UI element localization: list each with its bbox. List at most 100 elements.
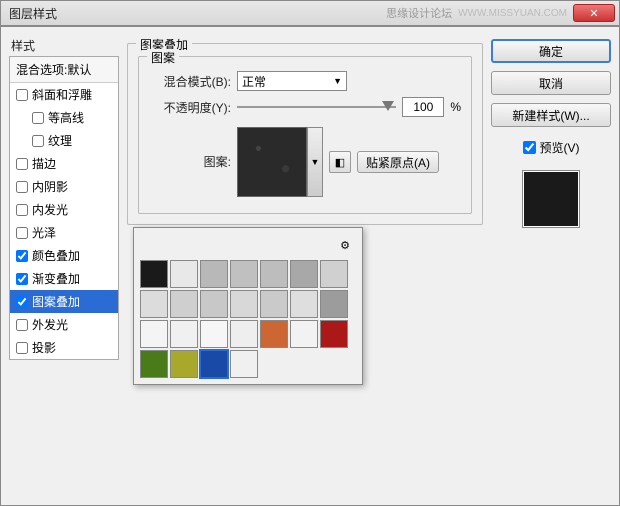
swatch[interactable] bbox=[290, 320, 318, 348]
swatch[interactable] bbox=[140, 290, 168, 318]
blend-mode-label: 混合模式(B): bbox=[149, 73, 231, 90]
style-item-label: 颜色叠加 bbox=[32, 247, 80, 264]
swatch[interactable] bbox=[230, 290, 258, 318]
gear-icon[interactable]: ⚙ bbox=[334, 234, 356, 256]
pattern-preview bbox=[237, 127, 307, 197]
pattern-picker[interactable]: ▼ bbox=[237, 127, 323, 197]
swatch[interactable] bbox=[170, 260, 198, 288]
swatch[interactable] bbox=[140, 320, 168, 348]
center-column: 图案叠加 图案 混合模式(B): 正常 ▼ 不透明度(Y): % bbox=[127, 37, 483, 495]
snap-origin-button[interactable]: 贴紧原点(A) bbox=[357, 151, 439, 173]
cancel-button[interactable]: 取消 bbox=[491, 71, 611, 95]
swatch[interactable] bbox=[140, 260, 168, 288]
style-item-label: 纹理 bbox=[48, 132, 72, 149]
swatch[interactable] bbox=[170, 290, 198, 318]
style-item-label: 图案叠加 bbox=[32, 293, 80, 310]
style-checkbox[interactable] bbox=[16, 227, 28, 239]
blend-mode-row: 混合模式(B): 正常 ▼ bbox=[149, 71, 461, 91]
style-item-label: 投影 bbox=[32, 339, 56, 356]
blend-options-header[interactable]: 混合选项:默认 bbox=[10, 57, 118, 83]
styles-column: 样式 混合选项:默认 斜面和浮雕等高线纹理描边内阴影内发光光泽颜色叠加渐变叠加图… bbox=[9, 37, 119, 495]
swatch[interactable] bbox=[320, 290, 348, 318]
swatch[interactable] bbox=[320, 260, 348, 288]
style-item-4[interactable]: 内阴影 bbox=[10, 175, 118, 198]
opacity-input[interactable] bbox=[402, 97, 444, 117]
pattern-swatch-popup: ⚙ bbox=[133, 227, 363, 385]
style-item-6[interactable]: 光泽 bbox=[10, 221, 118, 244]
blend-mode-value: 正常 bbox=[242, 73, 266, 90]
style-checkbox[interactable] bbox=[16, 158, 28, 170]
style-checkbox[interactable] bbox=[16, 204, 28, 216]
style-item-2[interactable]: 纹理 bbox=[10, 129, 118, 152]
swatch[interactable] bbox=[320, 320, 348, 348]
style-checkbox[interactable] bbox=[16, 89, 28, 101]
style-item-label: 内阴影 bbox=[32, 178, 68, 195]
group-pattern-overlay: 图案叠加 图案 混合模式(B): 正常 ▼ 不透明度(Y): % bbox=[127, 43, 483, 225]
swatch[interactable] bbox=[140, 350, 168, 378]
new-preset-icon[interactable]: ◧ bbox=[329, 151, 351, 173]
pattern-row: 图案: ▼ ◧ 贴紧原点(A) bbox=[149, 127, 461, 197]
right-column: 确定 取消 新建样式(W)... 预览(V) bbox=[491, 37, 611, 495]
style-item-9[interactable]: 图案叠加 bbox=[10, 290, 118, 313]
swatch[interactable] bbox=[170, 350, 198, 378]
titlebar: 图层样式 思缘设计论坛 WWW.MISSYUAN.COM ✕ bbox=[0, 0, 620, 26]
style-checkbox[interactable] bbox=[16, 181, 28, 193]
swatch[interactable] bbox=[230, 350, 258, 378]
opacity-unit: % bbox=[450, 100, 461, 114]
swatch[interactable] bbox=[200, 320, 228, 348]
preview-label: 预览(V) bbox=[540, 139, 580, 156]
style-item-11[interactable]: 投影 bbox=[10, 336, 118, 359]
slider-thumb-icon[interactable] bbox=[382, 101, 394, 111]
preview-thumbnail bbox=[522, 170, 580, 228]
swatch[interactable] bbox=[260, 260, 288, 288]
close-button[interactable]: ✕ bbox=[573, 4, 615, 22]
style-item-7[interactable]: 颜色叠加 bbox=[10, 244, 118, 267]
style-checkbox[interactable] bbox=[16, 319, 28, 331]
style-item-label: 等高线 bbox=[48, 109, 84, 126]
style-item-5[interactable]: 内发光 bbox=[10, 198, 118, 221]
preview-checkbox[interactable] bbox=[523, 141, 536, 154]
group-inner-title: 图案 bbox=[147, 49, 179, 66]
preview-checkbox-row[interactable]: 预览(V) bbox=[491, 139, 611, 156]
ok-button[interactable]: 确定 bbox=[491, 39, 611, 63]
style-item-label: 渐变叠加 bbox=[32, 270, 80, 287]
style-item-label: 描边 bbox=[32, 155, 56, 172]
style-checkbox[interactable] bbox=[16, 250, 28, 262]
style-item-1[interactable]: 等高线 bbox=[10, 106, 118, 129]
swatch[interactable] bbox=[260, 290, 288, 318]
swatch[interactable] bbox=[170, 320, 198, 348]
style-checkbox[interactable] bbox=[16, 342, 28, 354]
swatch[interactable] bbox=[200, 350, 228, 378]
dialog-body: 样式 混合选项:默认 斜面和浮雕等高线纹理描边内阴影内发光光泽颜色叠加渐变叠加图… bbox=[0, 26, 620, 506]
styles-list: 混合选项:默认 斜面和浮雕等高线纹理描边内阴影内发光光泽颜色叠加渐变叠加图案叠加… bbox=[9, 56, 119, 360]
new-style-button[interactable]: 新建样式(W)... bbox=[491, 103, 611, 127]
blend-mode-select[interactable]: 正常 ▼ bbox=[237, 71, 347, 91]
swatch[interactable] bbox=[260, 320, 288, 348]
style-item-10[interactable]: 外发光 bbox=[10, 313, 118, 336]
style-checkbox[interactable] bbox=[16, 273, 28, 285]
swatch[interactable] bbox=[200, 290, 228, 318]
style-checkbox[interactable] bbox=[16, 296, 28, 308]
style-checkbox[interactable] bbox=[32, 112, 44, 124]
swatch[interactable] bbox=[200, 260, 228, 288]
style-item-label: 外发光 bbox=[32, 316, 68, 333]
swatch[interactable] bbox=[290, 260, 318, 288]
style-item-label: 内发光 bbox=[32, 201, 68, 218]
opacity-label: 不透明度(Y): bbox=[149, 99, 231, 116]
style-item-8[interactable]: 渐变叠加 bbox=[10, 267, 118, 290]
window-title: 图层样式 bbox=[5, 5, 386, 22]
style-checkbox[interactable] bbox=[32, 135, 44, 147]
chevron-down-icon: ▼ bbox=[333, 76, 342, 86]
pattern-dropdown-button[interactable]: ▼ bbox=[307, 127, 323, 197]
group-pattern: 图案 混合模式(B): 正常 ▼ 不透明度(Y): % bbox=[138, 56, 472, 214]
swatch[interactable] bbox=[230, 260, 258, 288]
watermark: 思缘设计论坛 bbox=[386, 5, 452, 21]
watermark-url: WWW.MISSYUAN.COM bbox=[458, 8, 567, 19]
styles-label: 样式 bbox=[9, 37, 119, 54]
opacity-row: 不透明度(Y): % bbox=[149, 97, 461, 117]
swatch[interactable] bbox=[230, 320, 258, 348]
swatch[interactable] bbox=[290, 290, 318, 318]
opacity-slider[interactable] bbox=[237, 100, 396, 114]
style-item-3[interactable]: 描边 bbox=[10, 152, 118, 175]
style-item-0[interactable]: 斜面和浮雕 bbox=[10, 83, 118, 106]
